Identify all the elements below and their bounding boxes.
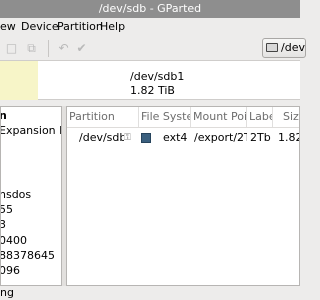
menu-bar: ew Device Partition Help [0,18,300,36]
disk-map[interactable]: /dev/sdb1 1.82 TiB [0,61,300,100]
toolbar: □ ⧉ ↶ ✔ [0,36,300,61]
menu-partition[interactable]: Partition [57,18,103,36]
column-header-mount-point[interactable]: Mount Point [191,107,247,127]
menu-help[interactable]: Help [100,18,125,36]
cell-mount-point: /export/2T [194,131,247,144]
window-titlebar: /dev/sdb - GParted [0,0,300,18]
cell-size: 1.82 T [278,131,299,144]
disk-map-partition-size: 1.82 TiB [130,84,175,97]
info-total-sectors: 88378645 [0,249,55,262]
delete-partition-icon[interactable]: □ [4,41,19,56]
info-sectors-per-track: 3 [1,218,6,231]
info-model: Expansion Desk [0,124,61,137]
column-header-partition[interactable]: Partition [67,107,139,127]
cell-file-system: ext4 [163,131,188,144]
apply-icon[interactable]: ✔ [74,41,89,56]
disk-map-partition-name: /dev/sdb1 [130,70,185,83]
cell-partition: /dev/sdb1 [79,131,124,144]
device-info-panel: n Expansion Desk nsdos 55 3 0400 8837864… [0,106,62,286]
info-heads: 55 [0,203,13,216]
disk-icon [266,43,278,52]
undo-icon[interactable]: ↶ [56,41,71,56]
partition-list: Partition File System Mount Point Label … [66,106,300,286]
device-selector-label: /dev/sdb [281,41,305,54]
status-bar: ng [0,286,300,300]
info-cylinders: 0400 [0,234,27,247]
copy-icon[interactable]: ⧉ [24,41,39,56]
menu-device[interactable]: Device [21,18,59,36]
used-space-bar [0,61,38,100]
info-sector-size: 096 [0,264,20,277]
info-heading: n [1,109,7,122]
window-title: /dev/sdb - GParted [98,2,202,15]
column-header-size[interactable]: Size [273,107,299,127]
table-row[interactable]: /dev/sdb1 ⚿ ext4 /export/2T 2Tb 1.82 T [67,128,299,148]
column-header-label[interactable]: Label [247,107,273,127]
cell-label: 2Tb [250,131,271,144]
info-partition-table: nsdos [0,188,32,201]
column-header-file-system[interactable]: File System [139,107,191,127]
status-text: ng [0,286,14,299]
device-selector-button[interactable]: /dev/sdb [262,38,306,58]
toolbar-separator [48,40,49,57]
filesystem-color-swatch [141,133,151,143]
key-icon: ⚿ [124,133,131,143]
menu-view[interactable]: ew [0,18,16,36]
